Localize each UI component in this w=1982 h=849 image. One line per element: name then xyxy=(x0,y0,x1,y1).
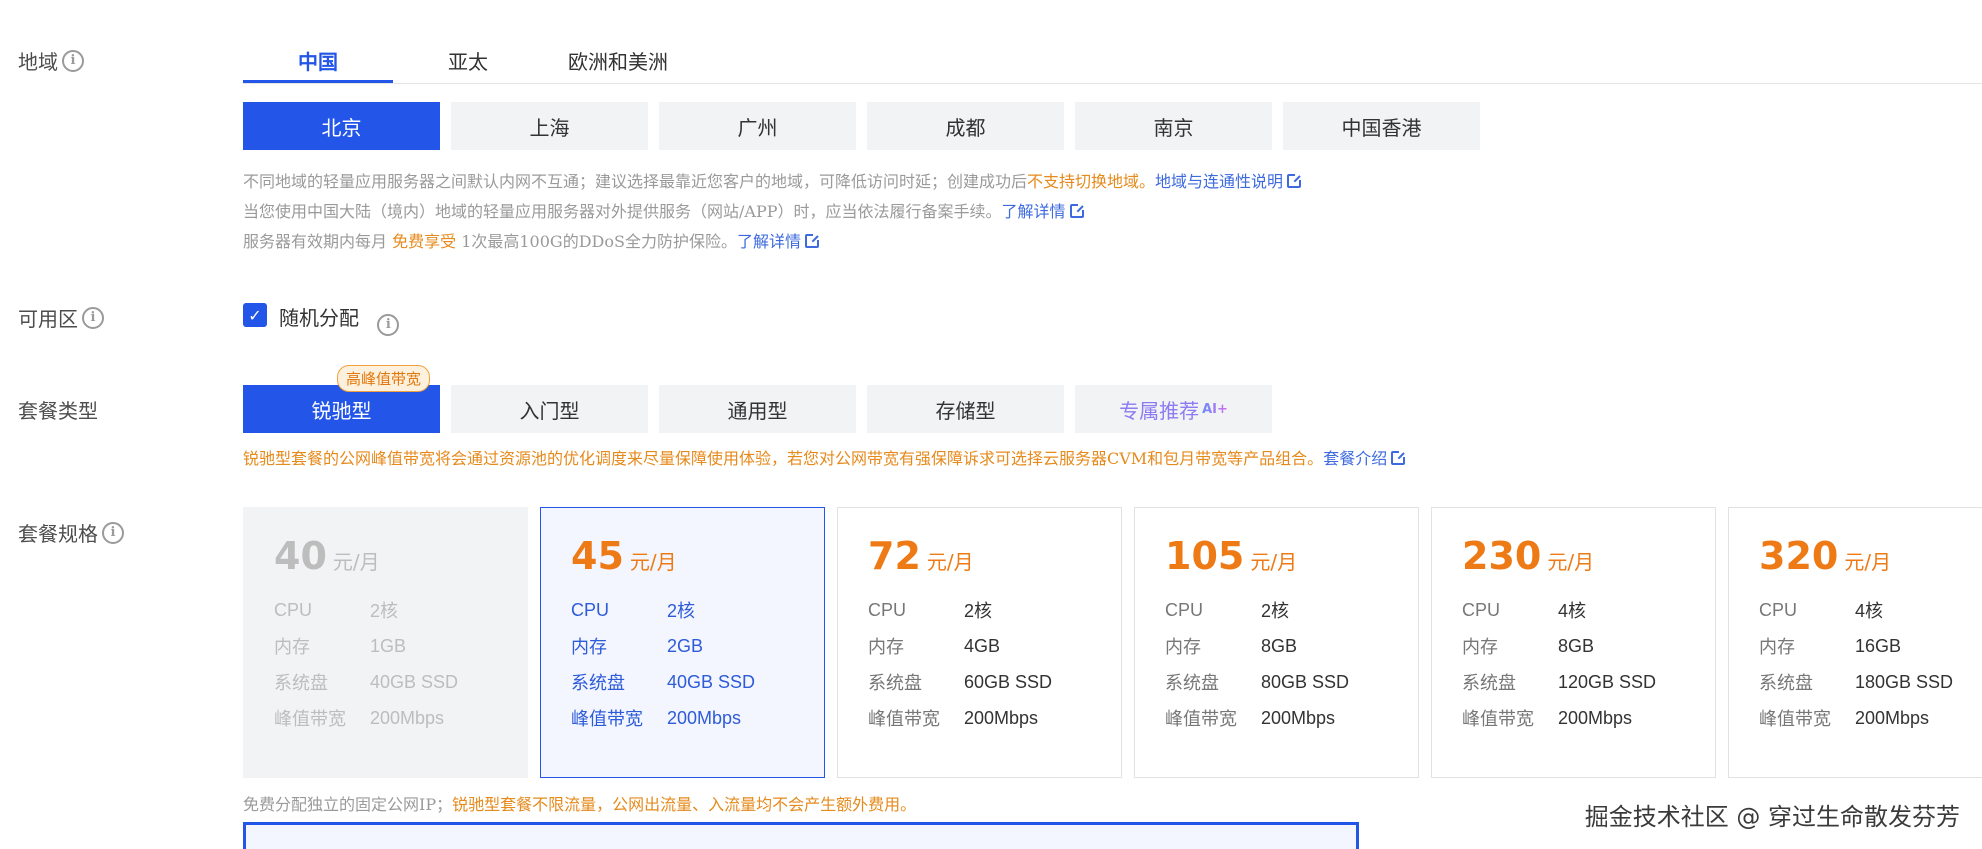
price-unit: 元/月 xyxy=(332,550,380,574)
external-link-icon[interactable] xyxy=(804,233,820,248)
package-type-storage[interactable]: 存储型 xyxy=(867,385,1064,433)
price: 72 xyxy=(868,534,921,578)
external-link-icon[interactable] xyxy=(1391,450,1407,465)
spec-row: 峰值带宽 200Mbps xyxy=(1165,707,1336,730)
package-type-entry[interactable]: 入门型 xyxy=(451,385,648,433)
spec-card-45[interactable]: 45 元/月 CPU 2核 内存 2GB 系统盘 40GB SSD 峰值带宽 200Mbp… xyxy=(540,507,825,778)
spec-row: CPU 4核 xyxy=(1759,599,1884,622)
spec-row: 内存 8GB xyxy=(1165,635,1298,658)
spec-row: 内存 2GB xyxy=(571,635,704,658)
price: 45 xyxy=(571,534,624,578)
spec-row: 系统盘 60GB SSD xyxy=(868,671,1053,694)
random-zone-label[interactable]: 随机分配 i xyxy=(279,302,400,336)
spec-row: CPU 2核 xyxy=(868,599,993,622)
spec-card-230[interactable]: 230 元/月 CPU 4核 内存 8GB 系统盘 120GB SSD 峰值带宽 200M… xyxy=(1431,507,1716,778)
peak-bandwidth-badge: 高峰值带宽 xyxy=(337,365,431,392)
spec-card-105[interactable]: 105 元/月 CPU 2核 内存 8GB 系统盘 80GB SSD 峰值带宽 200Mb… xyxy=(1134,507,1419,778)
spec-row: CPU 2核 xyxy=(571,599,696,622)
spec-row: CPU 2核 xyxy=(1165,599,1290,622)
package-type-selector: 锐驰型 高峰值带宽 入门型 通用型 存储型 专属推荐 AI+ xyxy=(243,365,1272,433)
bottom-panel xyxy=(243,822,1359,849)
price-unit: 元/月 xyxy=(1844,550,1892,574)
zone-label: 可用区 i xyxy=(18,303,104,332)
spec-row: 内存 1GB xyxy=(274,635,407,658)
city-chengdu[interactable]: 成都 xyxy=(867,102,1064,150)
ddos-details-link[interactable]: 了解详情 xyxy=(737,232,801,251)
price-unit: 元/月 xyxy=(629,550,677,574)
price-unit: 元/月 xyxy=(1250,550,1298,574)
spec-row: 系统盘 40GB SSD xyxy=(274,671,459,694)
spec-row: 峰值带宽 200Mbps xyxy=(1759,707,1930,730)
tab-europe-americas[interactable]: 欧洲和美洲 xyxy=(543,38,693,83)
package-type-recommended[interactable]: 专属推荐 AI+ xyxy=(1075,385,1272,433)
info-icon[interactable]: i xyxy=(62,49,84,72)
region-tabs: 中国 亚太 欧洲和美洲 xyxy=(243,38,1982,84)
package-type-note: 锐驰型套餐的公网峰值带宽将会通过资源池的优化调度来尽量保障使用体验，若您对公网带… xyxy=(243,445,1407,469)
price: 105 xyxy=(1165,534,1245,578)
spec-row: 峰值带宽 200Mbps xyxy=(868,707,1039,730)
spec-card-40: 40 元/月 CPU 2核 内存 1GB 系统盘 40GB SSD 峰值带宽 200Mbp… xyxy=(243,507,528,778)
spec-row: 系统盘 80GB SSD xyxy=(1165,671,1350,694)
spec-row: 内存 8GB xyxy=(1462,635,1595,658)
city-shanghai[interactable]: 上海 xyxy=(451,102,648,150)
spec-row: 峰值带宽 200Mbps xyxy=(274,707,445,730)
spec-row: 系统盘 180GB SSD xyxy=(1759,671,1954,694)
external-link-icon[interactable] xyxy=(1069,203,1085,218)
spec-row: CPU 2核 xyxy=(274,599,399,622)
city-selector: 北京 上海 广州 成都 南京 中国香港 xyxy=(243,102,1480,150)
package-spec-cards: 40 元/月 CPU 2核 内存 1GB 系统盘 40GB SSD 峰值带宽 200Mbp… xyxy=(243,507,1982,778)
spec-card-72[interactable]: 72 元/月 CPU 2核 内存 4GB 系统盘 60GB SSD 峰值带宽 200Mbp… xyxy=(837,507,1122,778)
package-intro-link[interactable]: 套餐介绍 xyxy=(1323,449,1387,468)
info-icon[interactable]: i xyxy=(377,313,400,336)
spec-row: CPU 4核 xyxy=(1462,599,1587,622)
city-beijing[interactable]: 北京 xyxy=(243,102,440,150)
spec-row: 峰值带宽 200Mbps xyxy=(1462,707,1633,730)
spec-row: 内存 4GB xyxy=(868,635,1001,658)
city-nanjing[interactable]: 南京 xyxy=(1075,102,1272,150)
price-unit: 元/月 xyxy=(1547,550,1595,574)
region-connectivity-link[interactable]: 地域与连通性说明 xyxy=(1155,172,1283,191)
ai-tag: AI+ xyxy=(1202,401,1228,417)
spec-row: 系统盘 120GB SSD xyxy=(1462,671,1657,694)
price-unit: 元/月 xyxy=(926,550,974,574)
package-spec-label: 套餐规格 i xyxy=(18,518,124,547)
spec-row: 内存 16GB xyxy=(1759,635,1902,658)
external-link-icon[interactable] xyxy=(1287,173,1303,188)
watermark: 掘金技术社区 @ 穿过生命散发芬芳 xyxy=(1584,803,1960,831)
tab-asia-pacific[interactable]: 亚太 xyxy=(393,38,543,83)
region-note-1: 不同地域的轻量应用服务器之间默认内网不互通；建议选择最靠近您客户的地域，可降低访… xyxy=(243,168,1303,192)
price: 230 xyxy=(1462,534,1542,578)
price: 40 xyxy=(274,534,327,578)
city-hongkong[interactable]: 中国香港 xyxy=(1283,102,1480,150)
filing-details-link[interactable]: 了解详情 xyxy=(1001,202,1065,221)
region-note-3: 服务器有效期内每月 免费享受 1次最高100G的DDoS全力防护保险。了解详情 xyxy=(243,228,820,252)
city-guangzhou[interactable]: 广州 xyxy=(659,102,856,150)
info-icon[interactable]: i xyxy=(82,306,104,329)
price: 320 xyxy=(1759,534,1839,578)
package-type-ruichi[interactable]: 锐驰型 高峰值带宽 xyxy=(243,365,440,433)
spec-row: 系统盘 40GB SSD xyxy=(571,671,756,694)
region-label: 地域 i xyxy=(18,46,84,75)
info-icon[interactable]: i xyxy=(102,521,124,544)
tab-china[interactable]: 中国 xyxy=(243,38,393,83)
region-note-2: 当您使用中国大陆（境内）地域的轻量应用服务器对外提供服务（网站/APP）时，应当… xyxy=(243,198,1085,222)
spec-row: 峰值带宽 200Mbps xyxy=(571,707,742,730)
package-type-general[interactable]: 通用型 xyxy=(659,385,856,433)
random-zone-checkbox[interactable]: ✓ xyxy=(243,303,267,327)
package-type-label: 套餐类型 xyxy=(18,399,98,423)
spec-card-320[interactable]: 320 元/月 CPU 4核 内存 16GB 系统盘 180GB SSD 峰值带宽 200… xyxy=(1728,507,1982,778)
package-spec-note: 免费分配独立的固定公网IP；锐驰型套餐不限流量，公网出流量、入流量均不会产生额外… xyxy=(243,795,917,814)
